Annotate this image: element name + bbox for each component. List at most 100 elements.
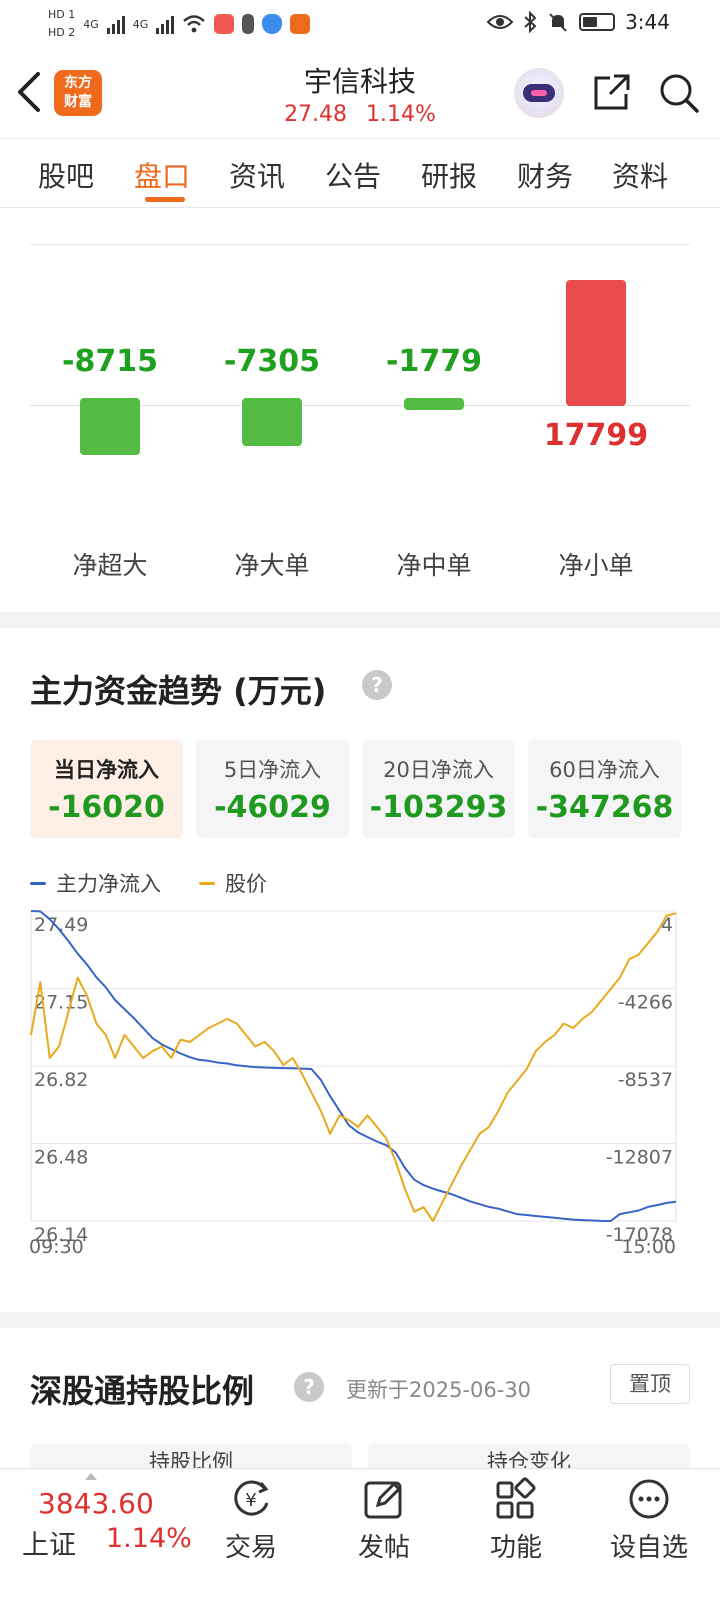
flow-value-medium: -1779 xyxy=(386,344,482,379)
trade-icon: ¥ xyxy=(234,1480,269,1516)
period-5d-value: -46029 xyxy=(214,790,331,825)
eye-icon xyxy=(487,15,514,29)
hk-connect-help-icon[interactable]: ? xyxy=(294,1372,324,1402)
hk-connect-card: 深股通持股比例 ? 更新于2025-06-30 置顶 持股比例 持仓变化 xyxy=(0,1328,720,1484)
right-tick-label: -8537 xyxy=(618,1069,673,1091)
battery-icon xyxy=(579,13,616,31)
price-line xyxy=(30,912,677,1222)
legend-main-label: 主力净流入 xyxy=(56,872,161,896)
right-tick-label: 4 xyxy=(661,914,673,936)
legend-price-swatch xyxy=(199,881,215,885)
flow-value-super-large: -8715 xyxy=(62,344,158,379)
period-5d[interactable]: 5日净流入 -46029 xyxy=(196,740,349,838)
bluetooth-icon xyxy=(524,11,537,33)
share-icon[interactable] xyxy=(590,72,632,114)
svg-text:¥: ¥ xyxy=(245,1490,256,1511)
period-20d[interactable]: 20日净流入 -103293 xyxy=(362,740,515,838)
status-bar: HD 1 HD 2 4G 4G 3:44 xyxy=(0,0,720,48)
tab-news[interactable]: 资讯 xyxy=(229,155,285,195)
right-tick-label: -4266 xyxy=(618,992,673,1014)
flow-label-medium: 净中单 xyxy=(396,551,472,580)
flow-value-small: 17799 xyxy=(543,418,649,453)
tab-finance[interactable]: 财务 xyxy=(517,155,573,195)
flow-bar-super-large xyxy=(80,398,140,455)
trend-title: 主力资金趋势 (万元) xyxy=(30,672,327,710)
shield-icon xyxy=(262,14,283,34)
net2-label: 4G xyxy=(132,17,149,31)
nav-post[interactable]: 发帖 xyxy=(334,1477,434,1564)
index-pct: 1.14% xyxy=(106,1523,192,1554)
nav-trade-label: 交易 xyxy=(224,1533,277,1563)
index-value: 3843.60 xyxy=(38,1487,154,1520)
flow-bar-small xyxy=(566,280,626,406)
stock-change-pct: 1.14% xyxy=(366,102,436,127)
flow-value-large: -7305 xyxy=(224,344,320,379)
stock-price: 27.48 xyxy=(284,102,348,127)
period-5d-label: 5日净流入 xyxy=(223,758,322,782)
wifi-icon xyxy=(183,15,206,33)
post-icon xyxy=(364,1481,402,1519)
pin-top-button[interactable]: 置顶 xyxy=(610,1364,690,1404)
nav-functions[interactable]: 功能 xyxy=(466,1477,566,1564)
trend-help-icon[interactable]: ? xyxy=(362,670,392,700)
tab-research[interactable]: 研报 xyxy=(421,155,477,195)
nav-watchlist[interactable]: 设自选 xyxy=(599,1477,699,1564)
nav-post-label: 发帖 xyxy=(357,1533,410,1563)
nav-functions-label: 功能 xyxy=(489,1533,542,1563)
x-start-label: 09:30 xyxy=(29,1236,84,1258)
index-caret-icon xyxy=(85,1473,97,1480)
hk-connect-title: 深股通持股比例 xyxy=(30,1372,255,1410)
period-20d-value: -103293 xyxy=(369,790,508,825)
legend-main-flow: 主力净流入 xyxy=(30,868,161,898)
index-name: 上证 xyxy=(22,1530,76,1561)
tab-profile[interactable]: 资料 xyxy=(612,155,668,195)
status-left: HD 1 HD 2 4G 4G xyxy=(48,6,311,42)
stock-tabs: 股吧 盘口 资讯 公告 研报 财务 资料 xyxy=(0,138,720,208)
net-flow-card: -8715 净超大 -7305 净大单 -1779 净中单 17799 净小单 xyxy=(0,208,720,612)
active-tab-indicator xyxy=(145,197,185,202)
flow-bar-medium xyxy=(404,398,464,410)
flow-label-super-large: 净超大 xyxy=(72,551,148,580)
functions-icon xyxy=(496,1477,536,1519)
flow-label-small: 净小单 xyxy=(558,551,634,580)
left-tick-label: 26.82 xyxy=(34,1069,88,1091)
period-20d-label: 20日净流入 xyxy=(383,758,494,782)
period-today-label: 当日净流入 xyxy=(54,758,159,782)
period-today-value: -16020 xyxy=(48,790,165,825)
legend-price-label: 股价 xyxy=(225,872,267,896)
legend-price: 股价 xyxy=(199,868,267,898)
tab-pankou[interactable]: 盘口 xyxy=(134,155,190,195)
right-tick-label: -12807 xyxy=(606,1147,673,1169)
eastmoney-notification-icon xyxy=(290,14,311,34)
battery-warning-icon xyxy=(242,14,255,34)
flow-bar-large xyxy=(242,398,302,446)
nav-trade[interactable]: ¥ 交易 xyxy=(201,1477,301,1564)
more-icon xyxy=(629,1479,669,1519)
period-60d[interactable]: 60日净流入 -347268 xyxy=(528,740,681,838)
capital-trend-card: 主力资金趋势 (万元) ? 当日净流入 -16020 5日净流入 -46029 … xyxy=(0,628,720,1312)
search-icon[interactable] xyxy=(658,72,700,114)
legend-main-swatch xyxy=(30,881,46,885)
net1-label: 4G xyxy=(83,17,99,31)
period-60d-label: 60日净流入 xyxy=(549,758,660,782)
mute-bell-icon xyxy=(549,13,567,32)
status-time: 3:44 xyxy=(625,10,670,34)
period-today[interactable]: 当日净流入 -16020 xyxy=(30,740,183,838)
app-notification-icon xyxy=(214,14,235,34)
hk-connect-updated: 更新于2025-06-30 xyxy=(346,1378,532,1402)
signal-icon xyxy=(106,14,125,34)
ai-assistant-avatar[interactable] xyxy=(514,68,564,118)
sim1-label: HD 1 xyxy=(48,8,76,21)
flow-label-large: 净大单 xyxy=(234,551,310,580)
left-tick-label: 26.48 xyxy=(34,1147,88,1169)
divider xyxy=(30,244,690,245)
tab-guba[interactable]: 股吧 xyxy=(38,155,94,195)
signal2-icon xyxy=(156,14,175,34)
period-60d-value: -347268 xyxy=(535,790,674,825)
stock-header: 东方 财富 宇信科技 27.48 1.14% xyxy=(0,48,720,138)
trend-chart[interactable]: 27.49 427.15 -426626.82 -853726.48 -1280726.… xyxy=(0,908,720,1268)
tab-announcements[interactable]: 公告 xyxy=(325,155,381,195)
sim2-label: HD 2 xyxy=(48,26,76,39)
sim-labels: HD 1 HD 2 xyxy=(48,6,75,42)
chart-legend: 主力净流入 股价 xyxy=(30,868,305,898)
